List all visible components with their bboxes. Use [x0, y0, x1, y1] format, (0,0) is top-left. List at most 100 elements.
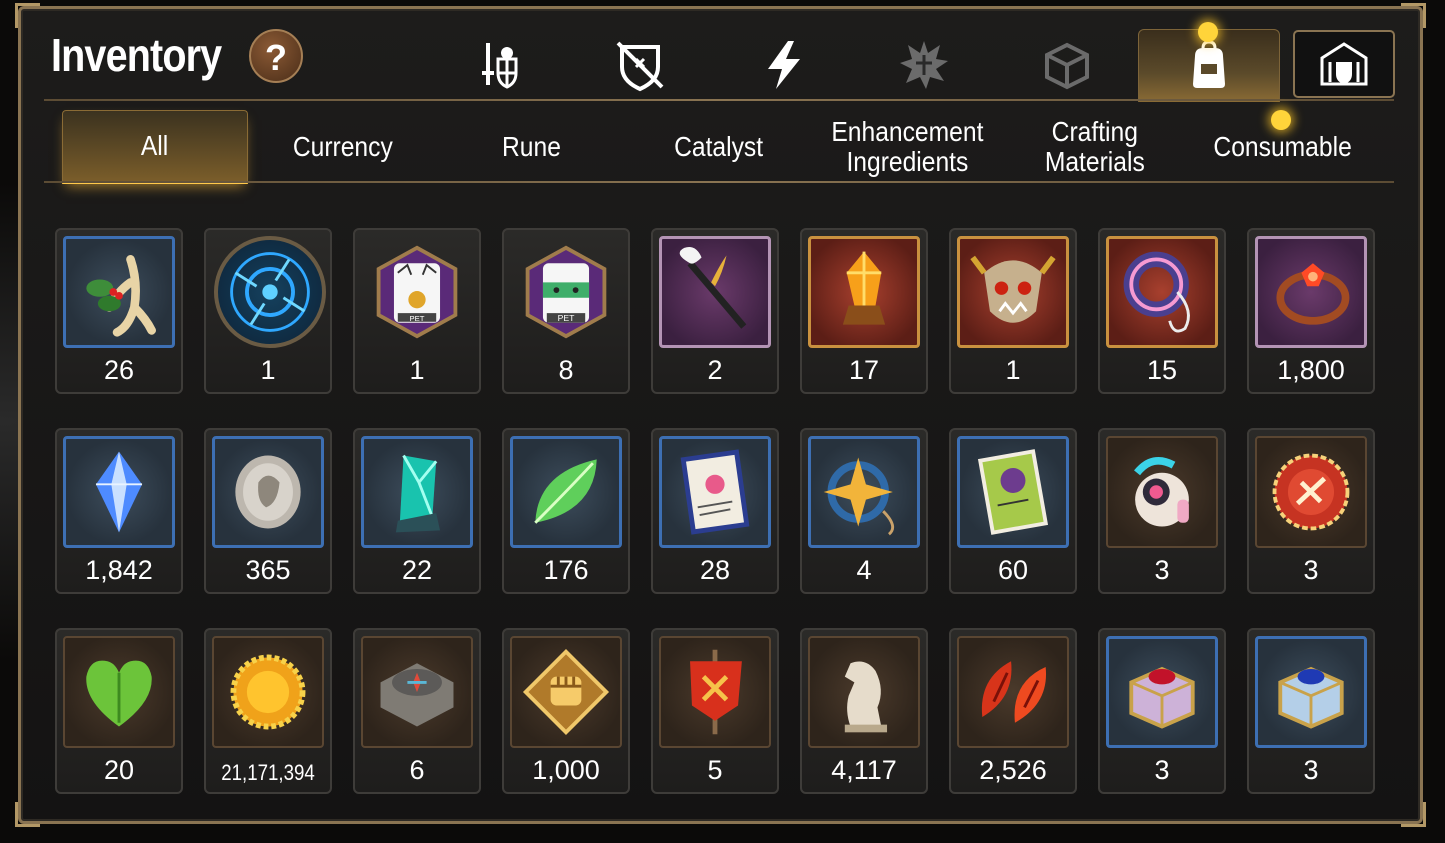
item-icon-frame [957, 236, 1069, 348]
item-slot[interactable]: 2,526 [949, 628, 1077, 794]
demon-mask-icon [970, 255, 1056, 323]
chess-knight-icon [844, 661, 888, 733]
item-icon-frame [212, 436, 324, 548]
help-button[interactable]: ? [249, 29, 303, 83]
tab-guild[interactable] [1293, 30, 1395, 98]
item-slot[interactable]: 3 [1247, 628, 1375, 794]
item-slot[interactable]: 1 [949, 228, 1077, 394]
item-slot[interactable]: 15 [1098, 228, 1226, 394]
item-slot[interactable]: 28 [651, 428, 779, 594]
sub-tab-enhancement-ingredients[interactable]: Enhancement Ingredients [814, 110, 1000, 184]
item-slot[interactable]: 60 [949, 428, 1077, 594]
item-slot[interactable]: 176 [502, 428, 630, 594]
red-banner-icon [690, 649, 742, 735]
teal-crystal-icon [395, 454, 441, 533]
sub-tab-rune[interactable]: Rune [438, 110, 624, 184]
blue-rune-circle-icon [230, 252, 310, 332]
item-slot[interactable]: 20 [55, 628, 183, 794]
item-quantity: 26 [103, 355, 135, 385]
item-quantity: 3 [1154, 755, 1170, 785]
sword-shield-icon [482, 43, 518, 89]
castle-shield-icon [1320, 42, 1368, 86]
sub-tab-all[interactable]: All [62, 110, 248, 184]
item-slot[interactable]: 4 [800, 428, 928, 594]
item-icon-frame [808, 236, 920, 348]
item-quantity: 3 [1303, 755, 1319, 785]
pet-food-bag-medal-icon: PET [376, 245, 458, 339]
item-quantity: 1 [1005, 355, 1021, 385]
item-slot[interactable]: 3 [1098, 428, 1226, 594]
cube-icon [1045, 42, 1089, 90]
sub-tab-label: Consumable [1213, 131, 1353, 162]
item-slot[interactable]: 4,117 [800, 628, 928, 794]
sub-tab-currency[interactable]: Currency [250, 110, 436, 184]
autumn-leaves-icon [981, 661, 1047, 723]
star-amulet-icon [823, 457, 895, 536]
sub-tab-crafting-materials[interactable]: Crafting Materials [1002, 110, 1188, 184]
item-quantity: 2 [707, 355, 723, 385]
item-slot[interactable]: 1,842 [55, 428, 183, 594]
item-quantity: 365 [245, 555, 291, 585]
item-slot[interactable]: 1,800 [1247, 228, 1375, 394]
item-quantity: 1,000 [532, 755, 600, 785]
item-icon-frame [659, 636, 771, 748]
item-icon-frame [1255, 636, 1367, 748]
item-icon-frame [659, 436, 771, 548]
item-quantity: 20 [103, 755, 135, 785]
item-icon-frame [957, 636, 1069, 748]
item-slot[interactable]: 21,171,394 [204, 628, 332, 794]
item-quantity: 4,117 [831, 755, 897, 785]
lightning-icon [768, 41, 800, 89]
item-slot[interactable]: 17 [800, 228, 928, 394]
backpack-icon [1193, 40, 1225, 88]
item-icon-frame: PET [361, 236, 473, 348]
tab-artifacts[interactable] [608, 33, 672, 97]
item-quantity: 5 [707, 755, 723, 785]
frame-corner [1401, 802, 1426, 827]
sub-tab-catalyst[interactable]: Catalyst [626, 110, 812, 184]
tab-skills[interactable] [752, 33, 816, 97]
item-icon-frame [808, 436, 920, 548]
tab-equipment[interactable] [466, 33, 530, 97]
item-slot[interactable]: 1 [204, 228, 332, 394]
gold-coin-icon [230, 654, 306, 730]
item-quantity: 1 [260, 355, 276, 385]
item-slot[interactable]: 26 [55, 228, 183, 394]
fire-crystal-icon [842, 251, 886, 325]
item-slot[interactable]: 3 [1247, 428, 1375, 594]
item-slot[interactable]: PET 1 [353, 228, 481, 394]
item-slot[interactable]: 1,000 [502, 628, 630, 794]
item-quantity: 1 [409, 355, 425, 385]
item-slot[interactable]: 365 [204, 428, 332, 594]
blue-crystal-icon [95, 451, 143, 533]
notification-dot [1271, 110, 1291, 130]
item-icon-frame [1255, 236, 1367, 348]
sub-tab-label: Enhancement Ingredients [830, 116, 984, 177]
item-quantity: 21,171,394 [221, 760, 315, 785]
item-icon-frame [361, 636, 473, 748]
item-icon-frame [1106, 636, 1218, 748]
sub-tab-label: Catalyst [674, 131, 764, 162]
sub-tab-label: Rune [501, 131, 561, 162]
tab-emblems[interactable] [892, 33, 956, 97]
item-quantity: 15 [1146, 355, 1178, 385]
sub-tab-label: Crafting Materials [1045, 116, 1145, 177]
item-slot[interactable]: 3 [1098, 628, 1226, 794]
blue-jewel-box-icon [1278, 666, 1344, 729]
item-quantity: 17 [848, 355, 880, 385]
item-slot[interactable]: 5 [651, 628, 779, 794]
item-icon-frame: PET [510, 236, 622, 348]
sub-tab-bar: All Currency Rune Catalyst Enhancement I… [48, 110, 1398, 184]
item-slot[interactable]: 6 [353, 628, 481, 794]
tab-boxes[interactable] [1035, 33, 1099, 97]
broken-shield-icon [616, 41, 664, 92]
item-icon-frame [1106, 436, 1218, 548]
item-icon-frame [510, 636, 622, 748]
header-divider [44, 99, 1394, 101]
item-slot[interactable]: 2 [651, 228, 779, 394]
feather-wand-icon [679, 246, 747, 329]
item-slot[interactable]: 22 [353, 428, 481, 594]
green-card-icon [977, 449, 1049, 535]
red-badge-icon [1272, 453, 1350, 531]
item-slot[interactable]: PET 8 [502, 228, 630, 394]
